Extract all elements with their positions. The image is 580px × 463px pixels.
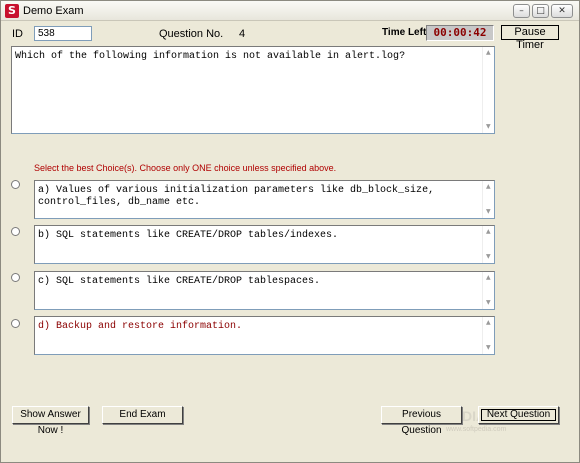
choice-a-radio[interactable] bbox=[11, 180, 20, 189]
id-label: ID bbox=[12, 28, 23, 40]
scroll-up-icon[interactable]: ▲ bbox=[486, 320, 492, 326]
choice-c-box[interactable]: c) SQL statements like CREATE/DROP table… bbox=[34, 271, 495, 310]
question-text: Which of the following information is no… bbox=[15, 51, 406, 62]
choice-d-scrollbar[interactable]: ▲ ▼ bbox=[482, 317, 494, 354]
choice-b-scrollbar[interactable]: ▲ ▼ bbox=[482, 226, 494, 263]
maximize-button[interactable]: □ bbox=[532, 4, 549, 18]
choice-b-box[interactable]: b) SQL statements like CREATE/DROP table… bbox=[34, 225, 495, 264]
scroll-down-icon[interactable]: ▼ bbox=[486, 124, 492, 130]
id-field[interactable]: 538 bbox=[34, 26, 92, 41]
choice-d-box[interactable]: d) Backup and restore information. ▲ ▼ bbox=[34, 316, 495, 355]
choice-c-radio[interactable] bbox=[11, 273, 20, 282]
choice-b-radio[interactable] bbox=[11, 227, 20, 236]
scroll-up-icon[interactable]: ▲ bbox=[486, 184, 492, 190]
choice-a-box[interactable]: a) Values of various initialization para… bbox=[34, 180, 495, 219]
close-button[interactable]: ✕ bbox=[551, 4, 573, 18]
scroll-up-icon[interactable]: ▲ bbox=[486, 275, 492, 281]
previous-question-button[interactable]: Previous Question bbox=[381, 406, 462, 436]
scroll-up-icon[interactable]: ▲ bbox=[486, 229, 492, 235]
scroll-up-icon[interactable]: ▲ bbox=[486, 50, 492, 56]
question-number-value: 4 bbox=[239, 28, 246, 40]
question-text-box[interactable]: Which of the following information is no… bbox=[11, 46, 495, 134]
scroll-down-icon[interactable]: ▼ bbox=[486, 209, 492, 215]
window-title: Demo Exam bbox=[23, 5, 84, 17]
show-answer-button[interactable]: Show Answer Now ! bbox=[12, 406, 89, 436]
choice-d-radio[interactable] bbox=[11, 319, 20, 328]
question-number-label: Question No. bbox=[159, 28, 224, 40]
pause-timer-button[interactable]: Pause Timer bbox=[501, 25, 559, 51]
end-exam-button[interactable]: End Exam bbox=[102, 406, 183, 424]
choice-a-text: a) Values of various initialization para… bbox=[38, 185, 435, 208]
time-left-label: Time Left: bbox=[382, 27, 430, 38]
title-bar: S Demo Exam – □ ✕ bbox=[1, 1, 579, 21]
choice-d-text: d) Backup and restore information. bbox=[38, 321, 243, 332]
choice-c-scrollbar[interactable]: ▲ ▼ bbox=[482, 272, 494, 309]
choice-c-text: c) SQL statements like CREATE/DROP table… bbox=[38, 276, 321, 287]
scroll-down-icon[interactable]: ▼ bbox=[486, 345, 492, 351]
next-question-button[interactable]: Next Question bbox=[478, 406, 559, 424]
choice-a-scrollbar[interactable]: ▲ ▼ bbox=[482, 181, 494, 218]
scroll-down-icon[interactable]: ▼ bbox=[486, 300, 492, 306]
minimize-button[interactable]: – bbox=[513, 4, 530, 18]
choice-b-text: b) SQL statements like CREATE/DROP table… bbox=[38, 230, 339, 241]
exam-window: S Demo Exam – □ ✕ ID 538 Question No. 4 … bbox=[0, 0, 580, 463]
instruction-text: Select the best Choice(s). Choose only O… bbox=[34, 163, 337, 173]
question-scrollbar[interactable]: ▲ ▼ bbox=[482, 47, 494, 133]
timer-display: 00:00:42 bbox=[426, 25, 494, 41]
app-logo-icon: S bbox=[5, 4, 19, 18]
scroll-down-icon[interactable]: ▼ bbox=[486, 254, 492, 260]
watermark-url: www.softpedia.com bbox=[446, 426, 507, 433]
